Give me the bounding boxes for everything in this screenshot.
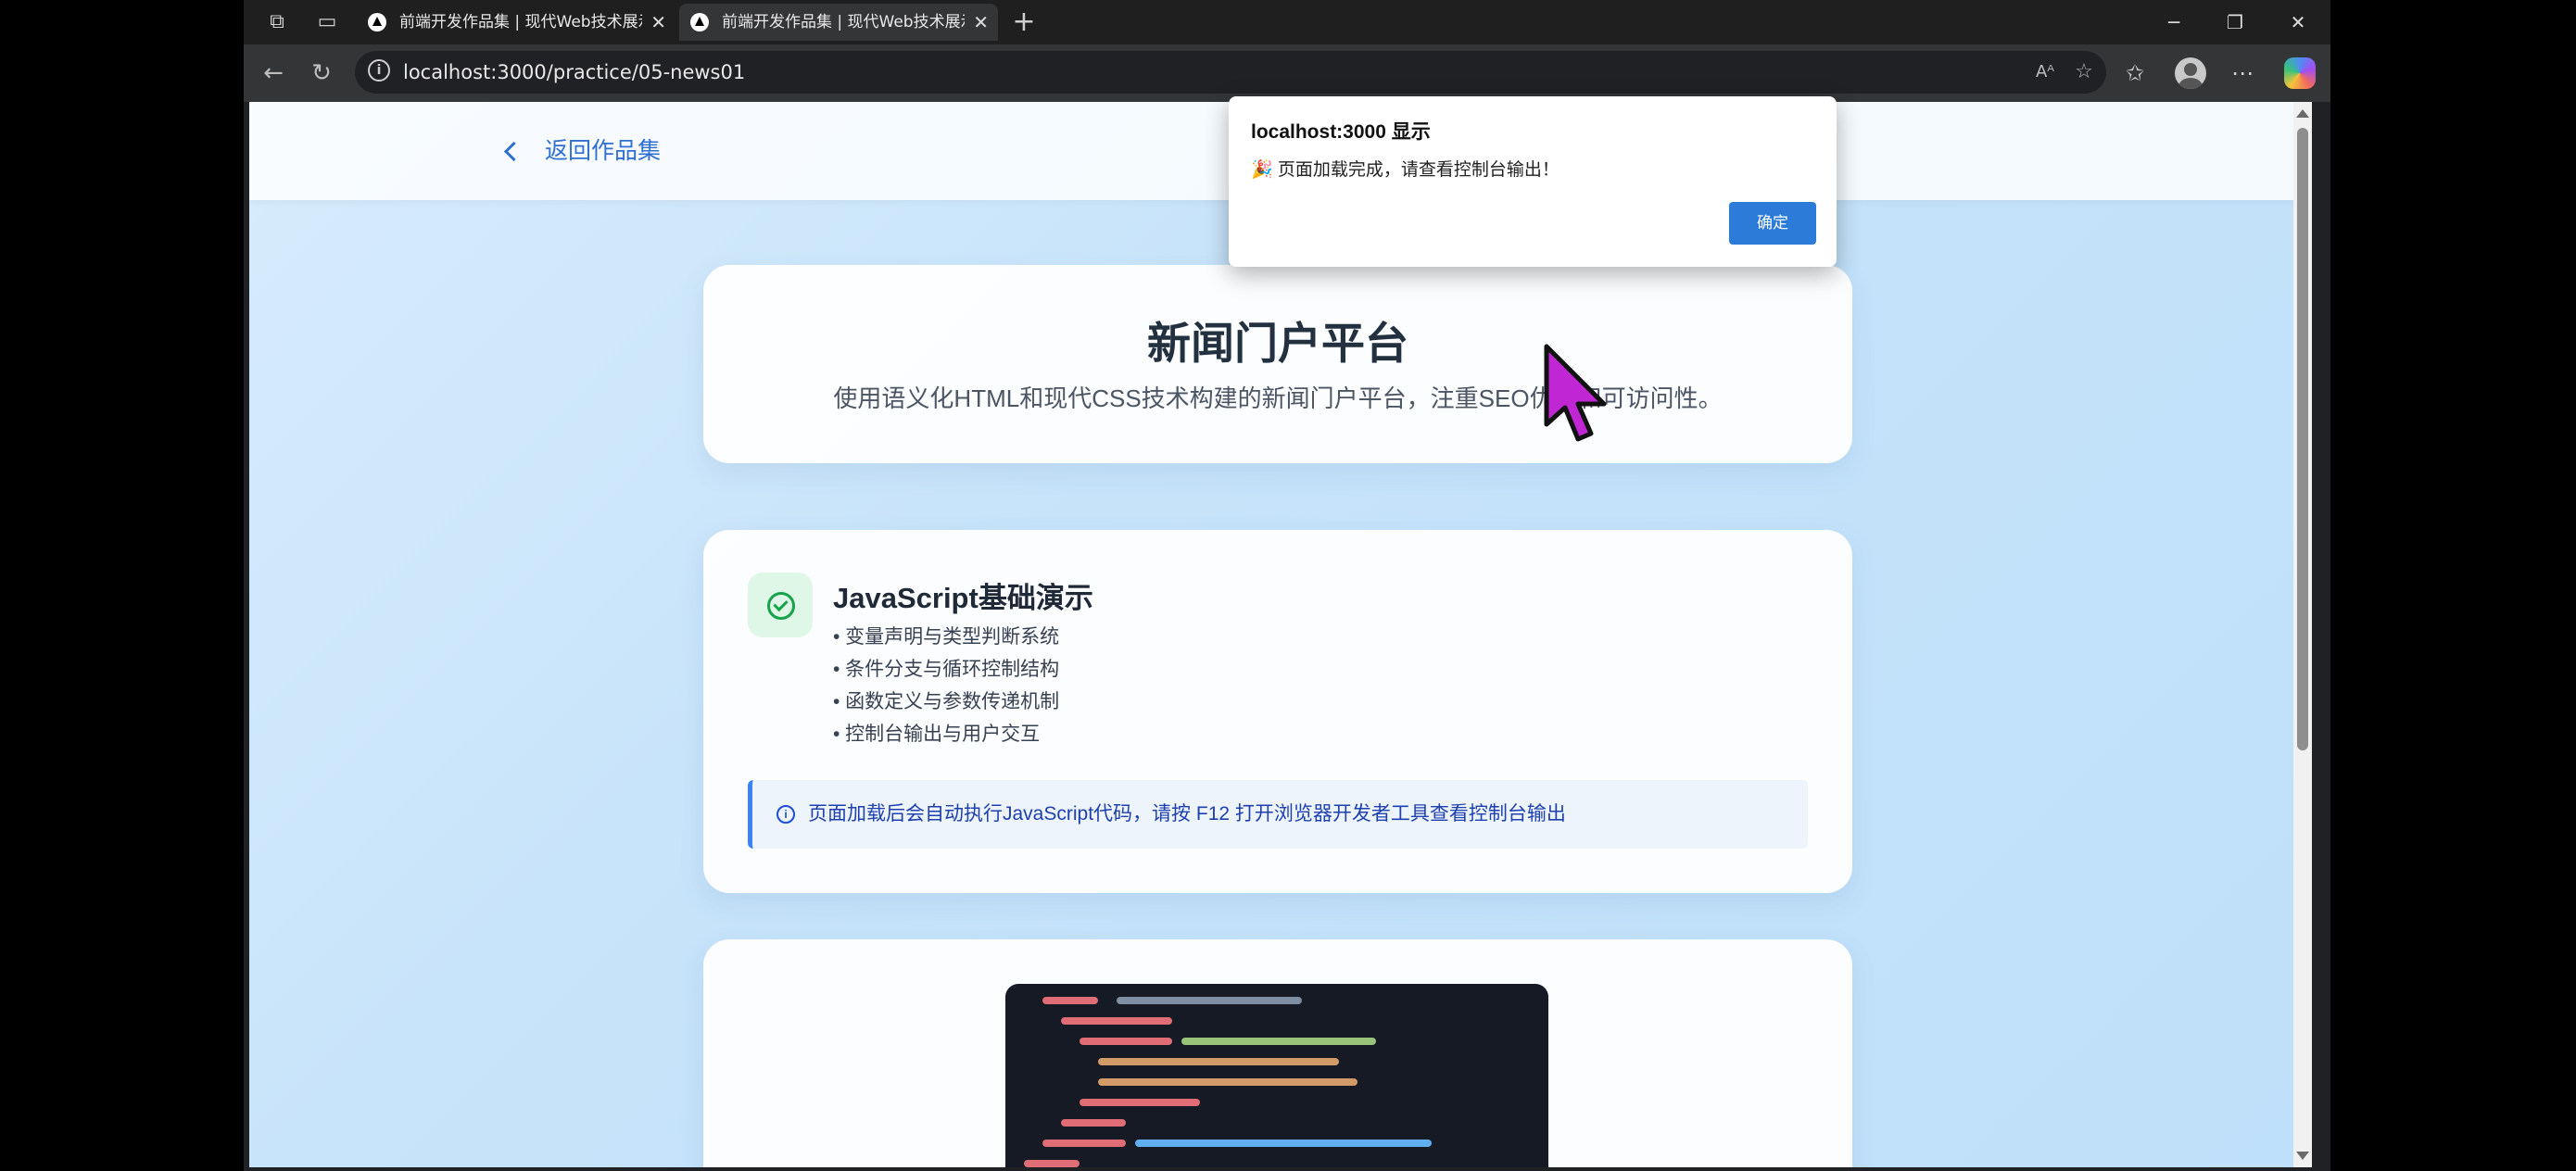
check-circle-icon: [767, 592, 795, 620]
copilot-icon[interactable]: [2284, 57, 2316, 89]
card-title: JavaScript基础演示: [833, 582, 1093, 614]
workspaces-icon[interactable]: ⧉: [264, 9, 290, 35]
browser-window: ⧉ ▭ 前端开发作品集 | 现代Web技术展示 ✕ 前端开发作品集 | 现代We…: [244, 0, 2330, 1171]
alert-dialog: localhost:3000 显示 🎉 页面加载完成，请查看控制台输出！ 确定: [1229, 96, 1837, 267]
tab-close-icon[interactable]: ✕: [650, 4, 666, 41]
media-card: [703, 939, 1852, 1167]
favorites-icon[interactable]: ✩: [2119, 57, 2151, 90]
site-info-icon[interactable]: i: [368, 59, 390, 82]
tab-close-icon[interactable]: ✕: [973, 4, 989, 41]
tab-2[interactable]: 前端开发作品集 | 现代Web技术展示 ✕: [679, 4, 998, 41]
info-note: i 页面加载后会自动执行JavaScript代码，请按 F12 打开浏览器开发者…: [748, 780, 1808, 849]
scrollbar[interactable]: [2293, 102, 2312, 1167]
site-favicon-icon: [368, 13, 386, 31]
more-icon[interactable]: ⋯: [2227, 57, 2258, 90]
tab-title: 前端开发作品集 | 现代Web技术展示: [722, 13, 965, 31]
alert-message: 🎉 页面加载完成，请查看控制台输出！: [1251, 160, 1559, 180]
new-tab-button[interactable]: +: [1011, 8, 1037, 36]
profile-icon[interactable]: [2175, 57, 2206, 89]
list-item: • 条件分支与循环控制结构: [833, 659, 1060, 680]
page-subtitle: 使用语义化HTML和现代CSS技术构建的新闻门户平台，注重SEO优化和可访问性。: [833, 384, 1723, 412]
mouse-cursor-icon: [1544, 344, 1607, 442]
feature-list: • 变量声明与类型判断系统 • 条件分支与循环控制结构 • 函数定义与参数传递机…: [833, 621, 1059, 750]
tab-1[interactable]: 前端开发作品集 | 现代Web技术展示 ✕: [357, 4, 676, 41]
scroll-thumb[interactable]: [2297, 128, 2308, 750]
list-item: • 函数定义与参数传递机制: [833, 691, 1060, 712]
tab-strip: ⧉ ▭ 前端开发作品集 | 现代Web技术展示 ✕ 前端开发作品集 | 现代We…: [244, 0, 2330, 44]
site-favicon-icon: [690, 13, 709, 31]
back-to-portfolio-link[interactable]: 返回作品集: [501, 135, 661, 167]
scroll-down-icon[interactable]: [2296, 1152, 2309, 1160]
browser-toolbar: ← ↻ i localhost:3000/practice/05-news01 …: [244, 44, 2330, 102]
ok-button[interactable]: 确定: [1729, 202, 1816, 245]
back-link-label: 返回作品集: [545, 138, 662, 164]
code-screenshot-image: [1005, 984, 1548, 1167]
check-badge: [748, 573, 813, 637]
list-item: • 控制台输出与用户交互: [833, 724, 1041, 745]
tab-title: 前端开发作品集 | 现代Web技术展示: [399, 13, 642, 31]
page-title: 新闻门户平台: [1147, 319, 1408, 368]
info-icon: i: [777, 805, 795, 824]
javascript-demo-card: JavaScript基础演示 • 变量声明与类型判断系统 • 条件分支与循环控制…: [703, 530, 1852, 893]
info-note-text: 页面加载后会自动执行JavaScript代码，请按 F12 打开浏览器开发者工具…: [808, 803, 1566, 825]
restore-button[interactable]: ❐: [2212, 6, 2258, 39]
list-item: • 变量声明与类型判断系统: [833, 626, 1060, 648]
refresh-icon[interactable]: ↻: [305, 57, 338, 90]
minimize-button[interactable]: ─: [2151, 6, 2197, 39]
favorite-icon[interactable]: ☆: [2071, 59, 2097, 85]
read-aloud-icon[interactable]: Aᴬ: [2032, 59, 2058, 85]
tab-actions-icon[interactable]: ▭: [314, 9, 340, 35]
back-icon[interactable]: ←: [257, 57, 290, 90]
alert-title: localhost:3000 显示: [1251, 121, 1431, 143]
address-bar[interactable]: i localhost:3000/practice/05-news01 Aᴬ ☆: [355, 51, 2106, 94]
scroll-up-icon[interactable]: [2296, 109, 2309, 118]
close-window-button[interactable]: ✕: [2275, 6, 2321, 39]
hero-card: 新闻门户平台 使用语义化HTML和现代CSS技术构建的新闻门户平台，注重SEO优…: [703, 265, 1852, 463]
chevron-left-icon: [503, 141, 524, 162]
url-text[interactable]: localhost:3000/practice/05-news01: [403, 51, 745, 94]
